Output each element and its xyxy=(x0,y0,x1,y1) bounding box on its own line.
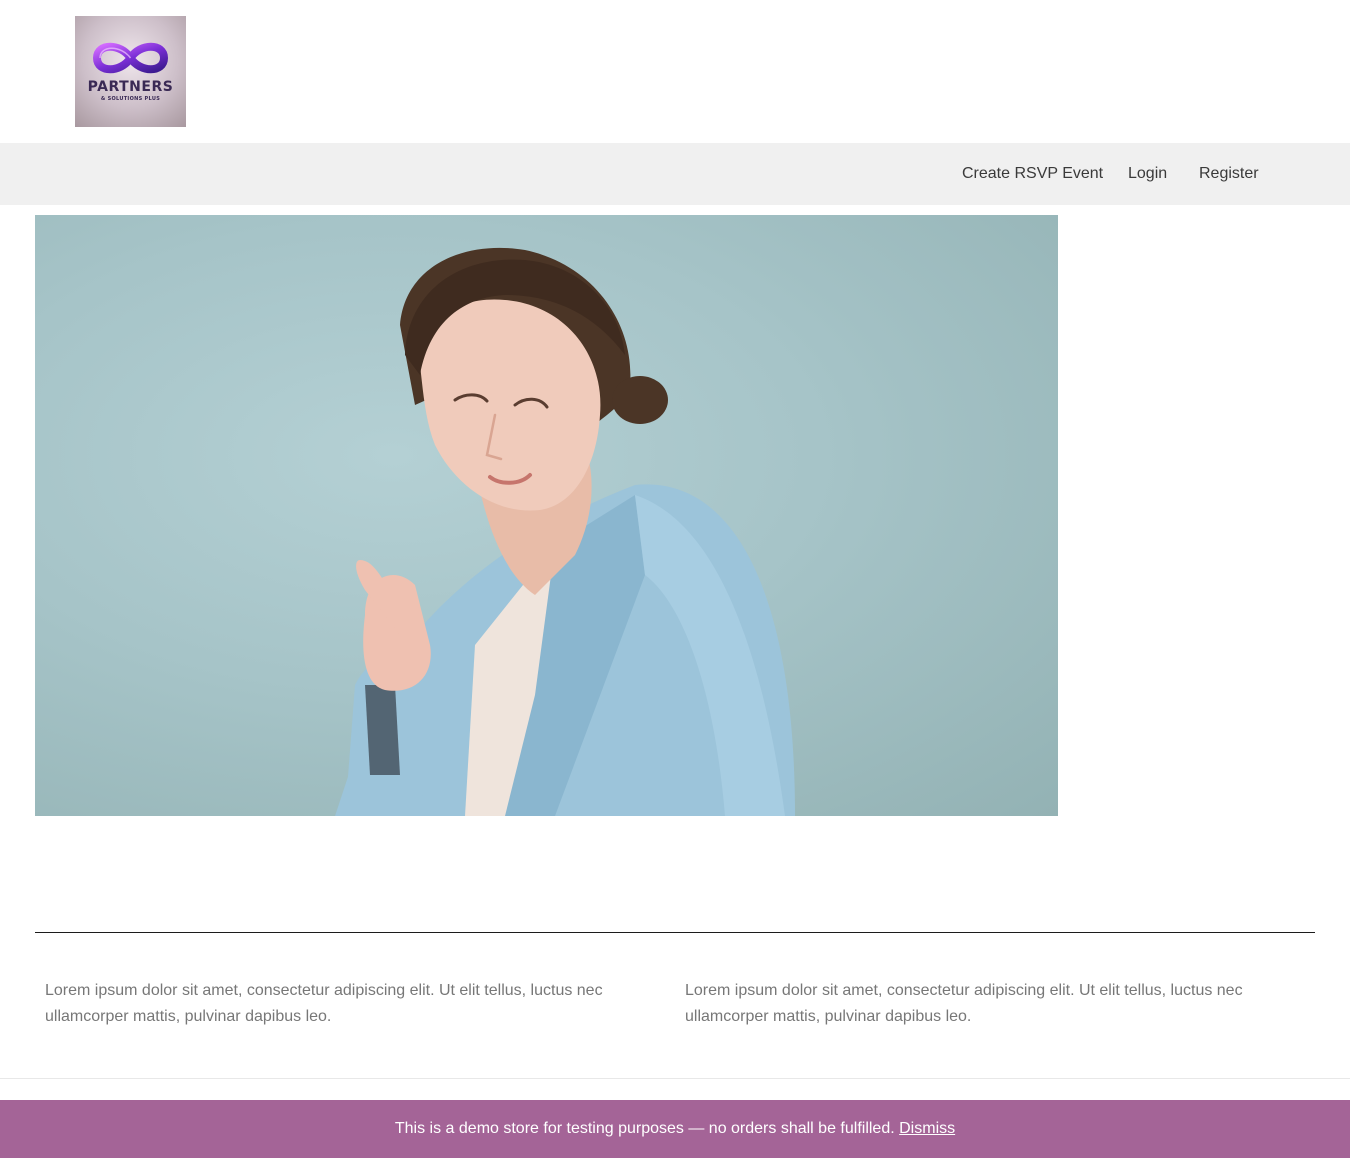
site-logo[interactable]: PARTNERS & SOLUTIONS PLUS xyxy=(75,16,186,127)
hero-image xyxy=(35,215,1058,816)
section-divider xyxy=(35,932,1315,933)
nav-login[interactable]: Login xyxy=(1128,143,1167,205)
nav-register[interactable]: Register xyxy=(1199,143,1259,205)
logo-wordmark: PARTNERS xyxy=(87,79,174,95)
infinity-icon xyxy=(92,42,169,74)
demo-notice-text: This is a demo store for testing purpose… xyxy=(394,1120,895,1137)
logo-tagline: & SOLUTIONS PLUS xyxy=(100,96,161,102)
dismiss-link[interactable]: Dismiss xyxy=(899,1120,955,1137)
site-header: PARTNERS & SOLUTIONS PLUS xyxy=(0,0,1350,143)
nav-create-rsvp-event[interactable]: Create RSVP Event xyxy=(962,143,1103,205)
main-navigation: Create RSVP Event Login Register xyxy=(0,143,1350,205)
footer-divider xyxy=(0,1078,1350,1079)
demo-store-notice: This is a demo store for testing purpose… xyxy=(0,1100,1350,1158)
content-column-right: Lorem ipsum dolor sit amet, consectetur … xyxy=(685,982,1243,1025)
hero-illustration xyxy=(335,247,795,816)
content-column-left: Lorem ipsum dolor sit amet, consectetur … xyxy=(45,982,603,1025)
